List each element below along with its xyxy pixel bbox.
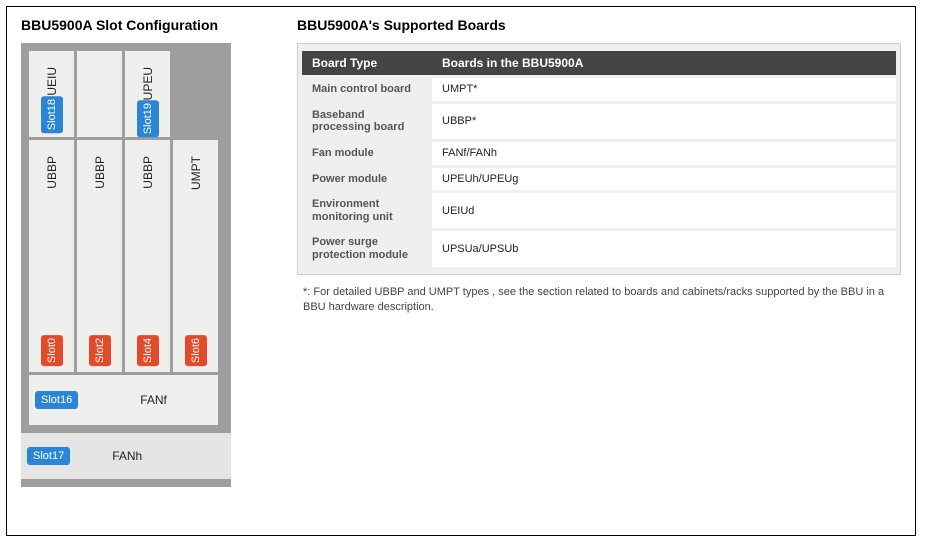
slot-17-fanh: Slot17 FANh: [21, 433, 231, 479]
table-header-boards: Boards in the BBU5900A: [432, 51, 896, 75]
slot-empty: [77, 51, 122, 137]
cell-board-type: Environment monitoring unit: [302, 193, 432, 228]
top-slot-row: UEIU Slot18 UPEU Slot19: [29, 51, 231, 137]
slot-board-label: UBBP: [141, 156, 155, 189]
fan-label: FANf: [140, 393, 167, 407]
cell-board-models: UBBP*: [432, 104, 896, 139]
slot-board-label: UMPT: [189, 156, 203, 190]
document-frame: BBU5900A Slot Configuration UEIU Slot18 …: [6, 6, 916, 536]
fan-label: FANh: [112, 449, 142, 463]
slot-badge: Slot18: [41, 96, 63, 133]
slot-badge: Slot0: [41, 335, 63, 366]
slot-0: UBBP Slot0: [29, 140, 74, 372]
chassis: UEIU Slot18 UPEU Slot19 UBBP Slot: [21, 43, 231, 487]
slot-board-label: UBBP: [45, 156, 59, 189]
mid-slot-row: UBBP Slot0 UBBP Slot2 UBBP Slot4 UMPT Sl…: [29, 140, 231, 372]
slot-4: UBBP Slot4: [125, 140, 170, 372]
cell-board-models: UPEUh/UPEUg: [432, 168, 896, 191]
boards-table-wrap: Board Type Boards in the BBU5900A Main c…: [297, 43, 901, 275]
cell-board-type: Power module: [302, 168, 432, 191]
supported-boards-section: BBU5900A's Supported Boards Board Type B…: [297, 17, 901, 316]
table-row: Main control board UMPT*: [302, 78, 896, 101]
cell-board-type: Fan module: [302, 142, 432, 165]
supported-boards-heading: BBU5900A's Supported Boards: [297, 17, 901, 33]
slot-badge: Slot4: [137, 335, 159, 366]
slot-board-label: UEIU: [45, 67, 59, 96]
slot-badge: Slot6: [185, 335, 207, 366]
slot-config-heading: BBU5900A Slot Configuration: [21, 17, 267, 33]
table-row: Environment monitoring unit UEIUd: [302, 193, 896, 228]
cell-board-type: Main control board: [302, 78, 432, 101]
cell-board-models: UPSUa/UPSUb: [432, 231, 896, 266]
table-row: Baseband processing board UBBP*: [302, 104, 896, 139]
slot-19: UPEU Slot19: [125, 51, 170, 137]
table-row: Fan module FANf/FANh: [302, 142, 896, 165]
table-header-type: Board Type: [302, 51, 432, 75]
slot-badge: Slot16: [35, 391, 78, 409]
cell-board-type: Baseband processing board: [302, 104, 432, 139]
cell-board-models: UMPT*: [432, 78, 896, 101]
table-row: Power surge protection module UPSUa/UPSU…: [302, 231, 896, 266]
cell-board-models: UEIUd: [432, 193, 896, 228]
slot-board-label: UPEU: [141, 67, 155, 100]
footnote: *: For detailed UBBP and UMPT types , se…: [297, 285, 901, 316]
slot-badge: Slot2: [89, 335, 111, 366]
slot-18: UEIU Slot18: [29, 51, 74, 137]
slot-2: UBBP Slot2: [77, 140, 122, 372]
cell-board-models: FANf/FANh: [432, 142, 896, 165]
boards-table: Board Type Boards in the BBU5900A Main c…: [302, 48, 896, 270]
slot-config-section: BBU5900A Slot Configuration UEIU Slot18 …: [21, 17, 267, 487]
slot-board-label: UBBP: [93, 156, 107, 189]
slot-badge: Slot19: [137, 100, 159, 137]
table-row: Power module UPEUh/UPEUg: [302, 168, 896, 191]
cell-board-type: Power surge protection module: [302, 231, 432, 266]
slot-16-fanf: Slot16 FANf: [29, 375, 218, 425]
slot-6: UMPT Slot6: [173, 140, 218, 372]
slot-badge: Slot17: [27, 447, 70, 465]
